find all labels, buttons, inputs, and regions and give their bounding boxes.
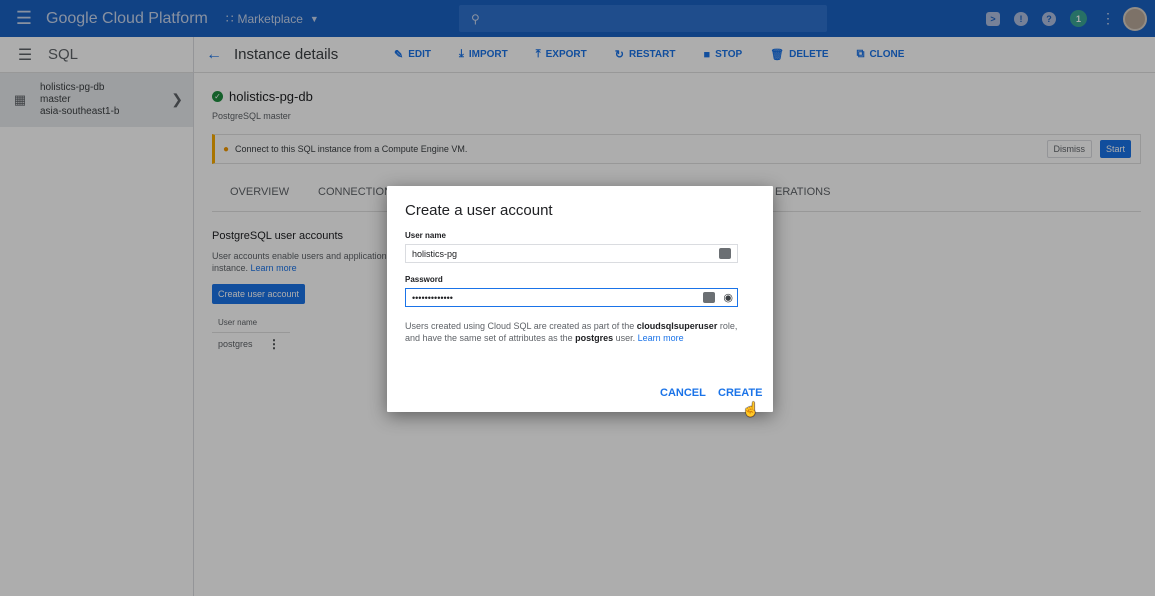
- cancel-button[interactable]: CANCEL: [660, 387, 706, 399]
- create-user-dialog: Create a user account User name holistic…: [387, 186, 773, 412]
- eye-icon[interactable]: ◉: [723, 291, 733, 304]
- password-manager-icon[interactable]: [703, 292, 715, 303]
- password-field[interactable]: ••••••••••••• ◉: [405, 288, 738, 307]
- username-value: holistics-pg: [412, 248, 458, 259]
- password-value: •••••••••••••: [412, 292, 453, 303]
- user-name: postgres: [575, 333, 614, 343]
- create-button[interactable]: CREATE: [718, 387, 762, 399]
- hand-cursor-icon: ☝: [742, 401, 760, 417]
- learn-more-link[interactable]: Learn more: [638, 333, 684, 343]
- username-field[interactable]: holistics-pg: [405, 244, 738, 263]
- username-label: User name: [405, 231, 446, 240]
- password-label: Password: [405, 275, 443, 284]
- dialog-hint: Users created using Cloud SQL are create…: [405, 321, 738, 343]
- role-name: cloudsqlsuperuser: [636, 321, 718, 331]
- dialog-title: Create a user account: [405, 202, 553, 219]
- password-manager-icon[interactable]: [719, 248, 731, 259]
